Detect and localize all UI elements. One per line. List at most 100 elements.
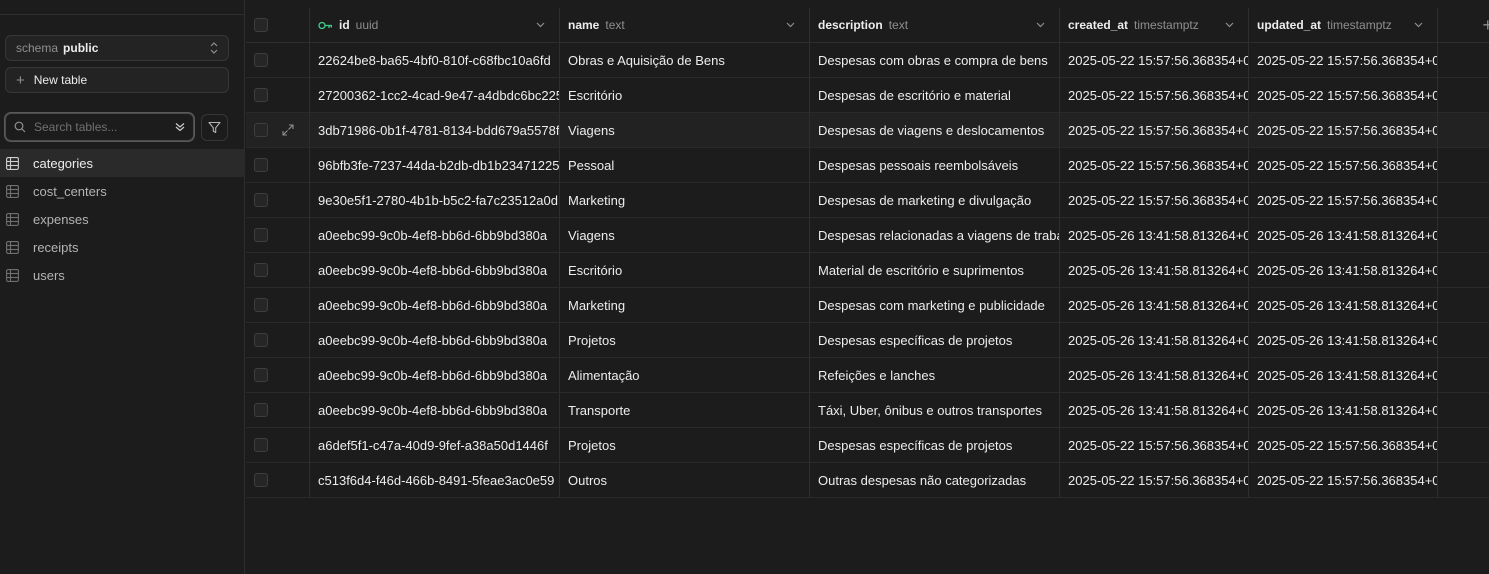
table-row[interactable]: 3db71986-0b1f-4781-8134-bdd679a5578f Viag… (246, 113, 1489, 148)
sidebar-table-receipts[interactable]: receipts (0, 233, 245, 261)
cell-id[interactable]: 27200362-1cc2-4cad-9e47-a4dbdc6bc225 (310, 78, 560, 112)
table-row[interactable]: a0eebc99-9c0b-4ef8-bb6d-6bb9bd380a Market… (246, 288, 1489, 323)
cell-description[interactable]: Táxi, Uber, ônibus e outros transportes (810, 393, 1060, 427)
cell-id[interactable]: a0eebc99-9c0b-4ef8-bb6d-6bb9bd380a (310, 218, 560, 252)
cell-id[interactable]: a0eebc99-9c0b-4ef8-bb6d-6bb9bd380a (310, 253, 560, 287)
table-row[interactable]: 9e30e5f1-2780-4b1b-b5c2-fa7c23512a0d Mark… (246, 183, 1489, 218)
cell-updated-at[interactable]: 2025-05-22 15:57:56.368354+0 (1249, 183, 1438, 217)
row-checkbox[interactable] (254, 263, 268, 277)
cell-updated-at[interactable]: 2025-05-22 15:57:56.368354+0 (1249, 78, 1438, 112)
cell-created-at[interactable]: 2025-05-22 15:57:56.368354+0 (1060, 43, 1249, 77)
row-checkbox[interactable] (254, 123, 268, 137)
cell-name[interactable]: Obras e Aquisição de Bens (560, 43, 810, 77)
row-checkbox[interactable] (254, 193, 268, 207)
cell-created-at[interactable]: 2025-05-22 15:57:56.368354+0 (1060, 113, 1249, 147)
select-all-checkbox[interactable] (254, 18, 268, 32)
cell-created-at[interactable]: 2025-05-26 13:41:58.813264+00 (1060, 323, 1249, 357)
search-tables-box[interactable] (5, 113, 194, 141)
cell-created-at[interactable]: 2025-05-22 15:57:56.368354+0 (1060, 428, 1249, 462)
expand-row-icon[interactable] (282, 124, 294, 136)
cell-id[interactable]: c513f6d4-f46d-466b-8491-5feae3ac0e59 (310, 463, 560, 497)
cell-description[interactable]: Despesas pessoais reembolsáveis (810, 148, 1060, 182)
cell-updated-at[interactable]: 2025-05-22 15:57:56.368354+0 (1249, 463, 1438, 497)
cell-updated-at[interactable]: 2025-05-22 15:57:56.368354+0 (1249, 113, 1438, 147)
cell-created-at[interactable]: 2025-05-26 13:41:58.813264+00 (1060, 393, 1249, 427)
chevron-down-icon[interactable] (1225, 22, 1234, 28)
row-checkbox[interactable] (254, 368, 268, 382)
cell-id[interactable]: 96bfb3fe-7237-44da-b2db-db1b23471225 (310, 148, 560, 182)
cell-id[interactable]: a0eebc99-9c0b-4ef8-bb6d-6bb9bd380a (310, 393, 560, 427)
cell-name[interactable]: Outros (560, 463, 810, 497)
cell-updated-at[interactable]: 2025-05-26 13:41:58.813264+00 (1249, 358, 1438, 392)
cell-created-at[interactable]: 2025-05-26 13:41:58.813264+00 (1060, 288, 1249, 322)
cell-description[interactable]: Despesas de marketing e divulgação (810, 183, 1060, 217)
cell-id[interactable]: a0eebc99-9c0b-4ef8-bb6d-6bb9bd380a (310, 323, 560, 357)
row-checkbox[interactable] (254, 53, 268, 67)
cell-updated-at[interactable]: 2025-05-26 13:41:58.813264+00 (1249, 253, 1438, 287)
column-header-name[interactable]: name text (560, 8, 810, 42)
cell-name[interactable]: Marketing (560, 183, 810, 217)
cell-created-at[interactable]: 2025-05-22 15:57:56.368354+0 (1060, 463, 1249, 497)
cell-description[interactable]: Despesas de escritório e material (810, 78, 1060, 112)
cell-name[interactable]: Viagens (560, 218, 810, 252)
cell-created-at[interactable]: 2025-05-22 15:57:56.368354+0 (1060, 78, 1249, 112)
cell-updated-at[interactable]: 2025-05-26 13:41:58.813264+00 (1249, 393, 1438, 427)
table-row[interactable]: a0eebc99-9c0b-4ef8-bb6d-6bb9bd380a Viagen… (246, 218, 1489, 253)
row-checkbox[interactable] (254, 228, 268, 242)
row-checkbox[interactable] (254, 88, 268, 102)
sidebar-table-users[interactable]: users (0, 261, 245, 289)
chevron-down-icon[interactable] (1036, 22, 1045, 28)
cell-updated-at[interactable]: 2025-05-22 15:57:56.368354+0 (1249, 43, 1438, 77)
chevrons-down-icon[interactable] (175, 122, 185, 132)
cell-id[interactable]: 9e30e5f1-2780-4b1b-b5c2-fa7c23512a0d (310, 183, 560, 217)
table-row[interactable]: 27200362-1cc2-4cad-9e47-a4dbdc6bc225 Escr… (246, 78, 1489, 113)
cell-created-at[interactable]: 2025-05-26 13:41:58.813264+00 (1060, 218, 1249, 252)
table-row[interactable]: 22624be8-ba65-4bf0-810f-c68fbc10a6fd Obra… (246, 43, 1489, 78)
cell-description[interactable]: Despesas específicas de projetos (810, 428, 1060, 462)
cell-id[interactable]: a0eebc99-9c0b-4ef8-bb6d-6bb9bd380a (310, 358, 560, 392)
cell-updated-at[interactable]: 2025-05-26 13:41:58.813264+00 (1249, 323, 1438, 357)
column-header-created-at[interactable]: created_at timestamptz (1060, 8, 1249, 42)
column-header-id[interactable]: id uuid (310, 8, 560, 42)
cell-updated-at[interactable]: 2025-05-22 15:57:56.368354+0 (1249, 148, 1438, 182)
cell-id[interactable]: 22624be8-ba65-4bf0-810f-c68fbc10a6fd (310, 43, 560, 77)
table-row[interactable]: 96bfb3fe-7237-44da-b2db-db1b23471225 Pess… (246, 148, 1489, 183)
cell-name[interactable]: Projetos (560, 428, 810, 462)
table-row[interactable]: a0eebc99-9c0b-4ef8-bb6d-6bb9bd380a Escrit… (246, 253, 1489, 288)
table-row[interactable]: a6def5f1-c47a-40d9-9fef-a38a50d1446f Proj… (246, 428, 1489, 463)
cell-created-at[interactable]: 2025-05-22 15:57:56.368354+0 (1060, 183, 1249, 217)
cell-name[interactable]: Alimentação (560, 358, 810, 392)
table-row[interactable]: a0eebc99-9c0b-4ef8-bb6d-6bb9bd380a Alimen… (246, 358, 1489, 393)
cell-created-at[interactable]: 2025-05-22 15:57:56.368354+0 (1060, 148, 1249, 182)
column-header-description[interactable]: description text (810, 8, 1060, 42)
cell-description[interactable]: Material de escritório e suprimentos (810, 253, 1060, 287)
row-checkbox[interactable] (254, 403, 268, 417)
cell-description[interactable]: Refeições e lanches (810, 358, 1060, 392)
sidebar-table-categories[interactable]: categories (0, 149, 245, 177)
table-row[interactable]: a0eebc99-9c0b-4ef8-bb6d-6bb9bd380a Transp… (246, 393, 1489, 428)
cell-description[interactable]: Despesas de viagens e deslocamentos (810, 113, 1060, 147)
table-row[interactable]: a0eebc99-9c0b-4ef8-bb6d-6bb9bd380a Projet… (246, 323, 1489, 358)
cell-name[interactable]: Marketing (560, 288, 810, 322)
cell-updated-at[interactable]: 2025-05-26 13:41:58.813264+00 (1249, 288, 1438, 322)
cell-updated-at[interactable]: 2025-05-22 15:57:56.368354+0 (1249, 428, 1438, 462)
cell-description[interactable]: Despesas com marketing e publicidade (810, 288, 1060, 322)
cell-created-at[interactable]: 2025-05-26 13:41:58.813264+00 (1060, 358, 1249, 392)
search-tables-input[interactable] (32, 119, 175, 135)
cell-description[interactable]: Outras despesas não categorizadas (810, 463, 1060, 497)
cell-description[interactable]: Despesas específicas de projetos (810, 323, 1060, 357)
sidebar-table-cost-centers[interactable]: cost_centers (0, 177, 245, 205)
cell-updated-at[interactable]: 2025-05-26 13:41:58.813264+00 (1249, 218, 1438, 252)
chevron-down-icon[interactable] (1414, 22, 1423, 28)
cell-description[interactable]: Despesas relacionadas a viagens de traba… (810, 218, 1060, 252)
add-column-button[interactable]: + (1482, 16, 1489, 34)
column-header-updated-at[interactable]: updated_at timestamptz (1249, 8, 1438, 42)
table-row[interactable]: c513f6d4-f46d-466b-8491-5feae3ac0e59 Outr… (246, 463, 1489, 498)
cell-name[interactable]: Viagens (560, 113, 810, 147)
filter-button[interactable] (201, 114, 228, 141)
cell-id[interactable]: 3db71986-0b1f-4781-8134-bdd679a5578f (310, 113, 560, 147)
cell-id[interactable]: a0eebc99-9c0b-4ef8-bb6d-6bb9bd380a (310, 288, 560, 322)
schema-selector[interactable]: schema public (5, 35, 229, 61)
cell-created-at[interactable]: 2025-05-26 13:41:58.813264+00 (1060, 253, 1249, 287)
row-checkbox[interactable] (254, 298, 268, 312)
